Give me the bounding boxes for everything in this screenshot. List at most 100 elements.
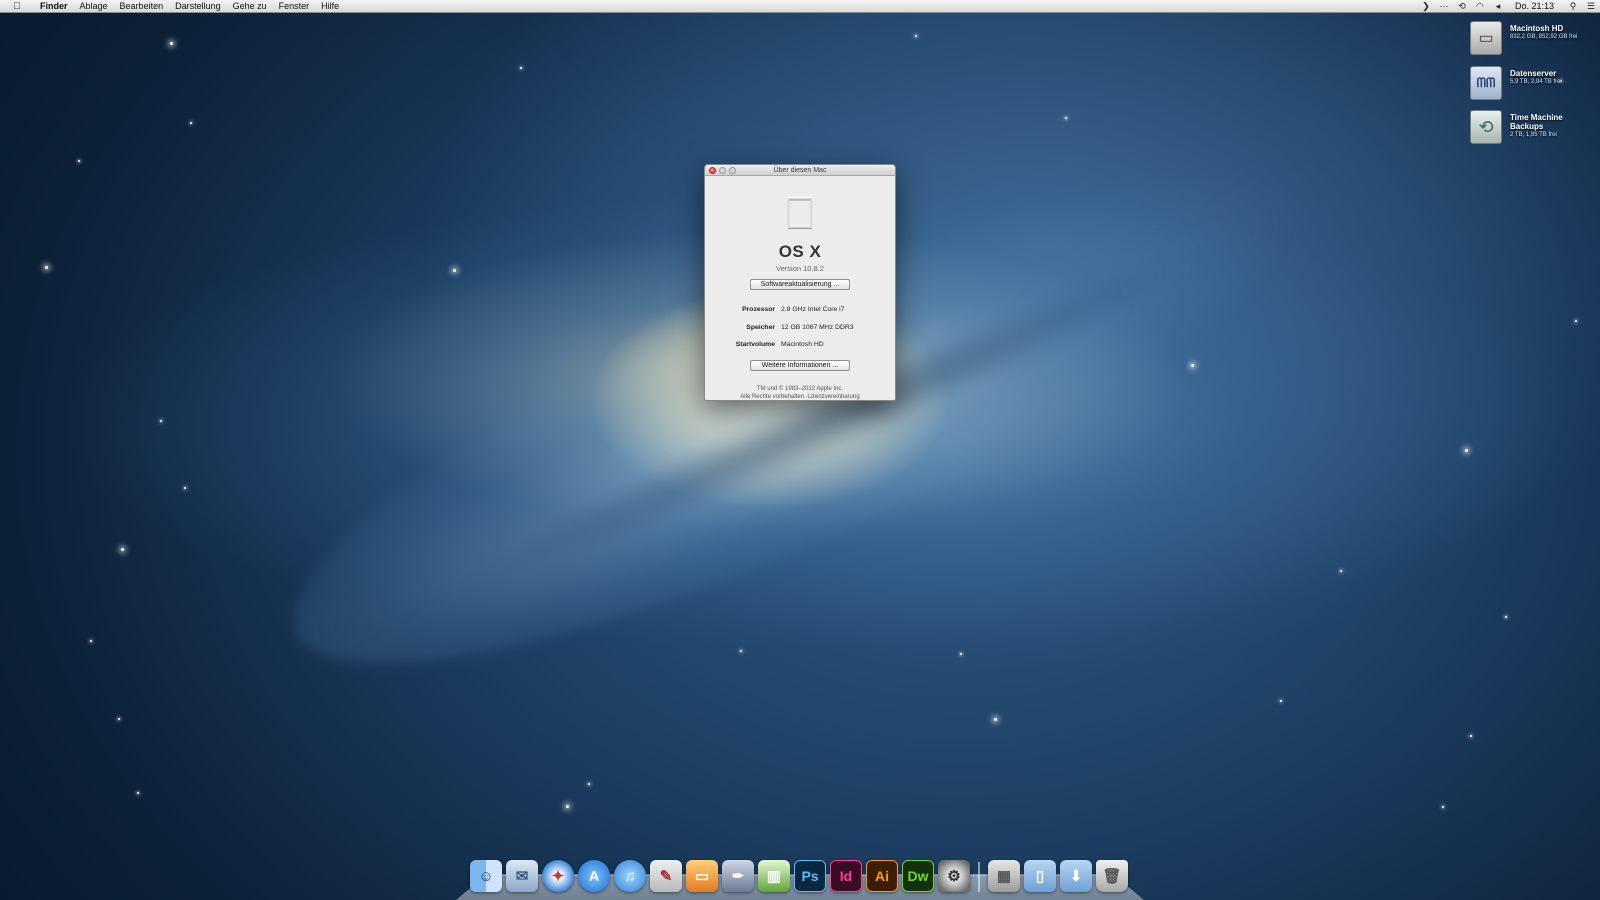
info-value: Macintosh HD [781, 341, 824, 349]
menu-gehe-zu[interactable]: Gehe zu [227, 0, 273, 13]
about-this-mac-window: Über diesen Mac  OS X Version 10.8.2 So… [704, 164, 896, 401]
bluetooth-icon[interactable]: ⋯ [1435, 1, 1453, 12]
photoshop-icon[interactable]: Ps [794, 860, 826, 892]
hard-drive-icon: ▭ [1470, 21, 1502, 55]
menu-clock[interactable]: Do. 21:13 [1507, 1, 1564, 11]
star [121, 548, 124, 551]
info-label: Startvolume [735, 341, 775, 349]
desktop-item-info: 5,9 TB, 2,94 TB frei [1510, 79, 1562, 85]
system-info-table: Prozessor 2.8 GHz Intel Core i7 Speicher… [705, 301, 895, 354]
legal-text: TM und © 1983–2012 Apple Inc. Alle Recht… [705, 385, 895, 401]
menu-bearbeiten[interactable]: Bearbeiten [114, 0, 170, 13]
menu-fenster[interactable]: Fenster [273, 0, 316, 13]
documents-stack-icon[interactable]: ▯ [1024, 860, 1056, 892]
star [453, 269, 456, 272]
menu-extras: ❯ ⋯ ⟲ ◠ ◂ Do. 21:13 ⚲ ☰ [1417, 0, 1600, 13]
star [960, 653, 962, 655]
info-row-memory: Speicher 12 GB 1067 MHz DDR3 [705, 319, 895, 337]
star [740, 650, 742, 652]
star [915, 35, 917, 37]
desktop-wallpaper [0, 0, 1600, 900]
info-row-startup-disk: Startvolume Macintosh HD [705, 336, 895, 354]
spotlight-search-icon[interactable]: ⚲ [1564, 1, 1582, 12]
star [1280, 700, 1282, 702]
network-server-icon: ᗰᗰ [1470, 66, 1502, 100]
applications-stack-icon[interactable]: ▦ [988, 860, 1020, 892]
apple-logo-icon:  [780, 190, 820, 238]
keynote-icon[interactable]: ▭ [686, 860, 718, 892]
notification-center-icon[interactable]: ☰ [1582, 1, 1600, 12]
star [45, 266, 48, 269]
rights-line: Alle Rechte vorbehalten. Lizenzvereinbar… [705, 393, 895, 401]
star [588, 783, 590, 785]
desktop-item-macintosh-hd[interactable]: ▭ Macintosh HD 832,2 GB, 852,92 GB frei [1470, 21, 1595, 61]
mail-icon[interactable]: ✉ [506, 860, 538, 892]
menu-finder[interactable]: Finder [34, 0, 74, 13]
menu-bar:  Finder Ablage Bearbeiten Darstellung G… [0, 0, 1600, 13]
os-version[interactable]: Version 10.8.2 [705, 264, 895, 273]
star [170, 42, 173, 45]
indesign-icon[interactable]: Id [830, 860, 862, 892]
desktop-item-name: Datenserver [1510, 69, 1557, 78]
desktop-item-time-machine[interactable]: ⟲ Time Machine Backups 2 TB, 1,95 TB fre… [1470, 110, 1595, 150]
desktop-item-datenserver[interactable]: ᗰᗰ Datenserver 5,9 TB, 2,94 TB frei [1470, 66, 1595, 106]
star [78, 160, 80, 162]
dock-separator [978, 862, 980, 892]
more-info-button[interactable]: Weitere Informationen ... [750, 359, 850, 371]
menu-ablage[interactable]: Ablage [74, 0, 114, 13]
star [520, 67, 522, 69]
pen-tool-icon[interactable]: ✒ [722, 860, 754, 892]
numbers-icon[interactable]: ▥ [758, 860, 790, 892]
star [994, 718, 997, 721]
desktop-item-name: Macintosh HD [1510, 24, 1564, 33]
os-name: OS X [778, 242, 822, 261]
app-store-icon[interactable]: A [578, 860, 610, 892]
system-preferences-icon[interactable]: ⚙ [938, 860, 970, 892]
window-titlebar[interactable]: Über diesen Mac [705, 165, 895, 176]
trash-icon[interactable]: 🗑 [1096, 860, 1128, 892]
finder-icon[interactable]: ☺ [470, 860, 502, 892]
menu-hilfe[interactable]: Hilfe [315, 0, 345, 13]
info-value: 12 GB 1067 MHz DDR3 [781, 323, 854, 331]
desktop-item-name: Time Machine Backups [1510, 113, 1563, 131]
zoom-button[interactable] [729, 167, 736, 174]
dock: ☺ ✉ ✦ A ♫ ✎ ▭ ✒ ▥ Ps Id Ai Dw ⚙ ▦ ▯ ⬇ 🗑 [470, 858, 1132, 892]
volume-icon[interactable]: ◂ [1489, 1, 1507, 12]
license-link[interactable]: Lizenzvereinbarung [807, 394, 859, 400]
time-machine-drive-icon: ⟲ [1470, 110, 1502, 144]
star [1065, 117, 1067, 119]
star [566, 805, 569, 808]
illustrator-icon[interactable]: Ai [866, 860, 898, 892]
star [137, 792, 139, 794]
info-label: Prozessor [742, 306, 775, 314]
info-value: 2.8 GHz Intel Core i7 [781, 306, 845, 314]
wifi-icon[interactable]: ◠ [1471, 1, 1489, 12]
desktop-item-info: 832,2 GB, 852,92 GB frei [1510, 34, 1578, 40]
star [1340, 570, 1342, 572]
star [90, 640, 92, 642]
apple-menu-icon[interactable]:  [0, 1, 34, 12]
copyright-line: TM und © 1983–2012 Apple Inc. [756, 385, 844, 392]
close-button[interactable] [709, 167, 716, 174]
star [190, 122, 192, 124]
window-title: Über diesen Mac [773, 167, 827, 174]
info-row-processor: Prozessor 2.8 GHz Intel Core i7 [705, 301, 895, 319]
star [1575, 320, 1577, 322]
star [160, 420, 162, 422]
itunes-icon[interactable]: ♫ [614, 860, 646, 892]
dreamweaver-icon[interactable]: Dw [902, 860, 934, 892]
menu-darstellung[interactable]: Darstellung [169, 0, 227, 13]
software-update-button[interactable]: Softwareaktualisierung ... [750, 279, 850, 290]
safari-icon[interactable]: ✦ [542, 860, 574, 892]
info-label: Speicher [746, 323, 775, 331]
star [1191, 364, 1194, 367]
rights-text: Alle Rechte vorbehalten. [740, 393, 806, 400]
downloads-stack-icon[interactable]: ⬇ [1060, 860, 1092, 892]
star [118, 718, 120, 720]
time-machine-icon[interactable]: ⟲ [1453, 1, 1471, 12]
collapse-arrow-icon[interactable]: ❯ [1417, 1, 1435, 12]
star [1470, 735, 1472, 737]
script-editor-icon[interactable]: ✎ [650, 860, 682, 892]
star [1465, 449, 1468, 452]
minimize-button[interactable] [719, 167, 726, 174]
